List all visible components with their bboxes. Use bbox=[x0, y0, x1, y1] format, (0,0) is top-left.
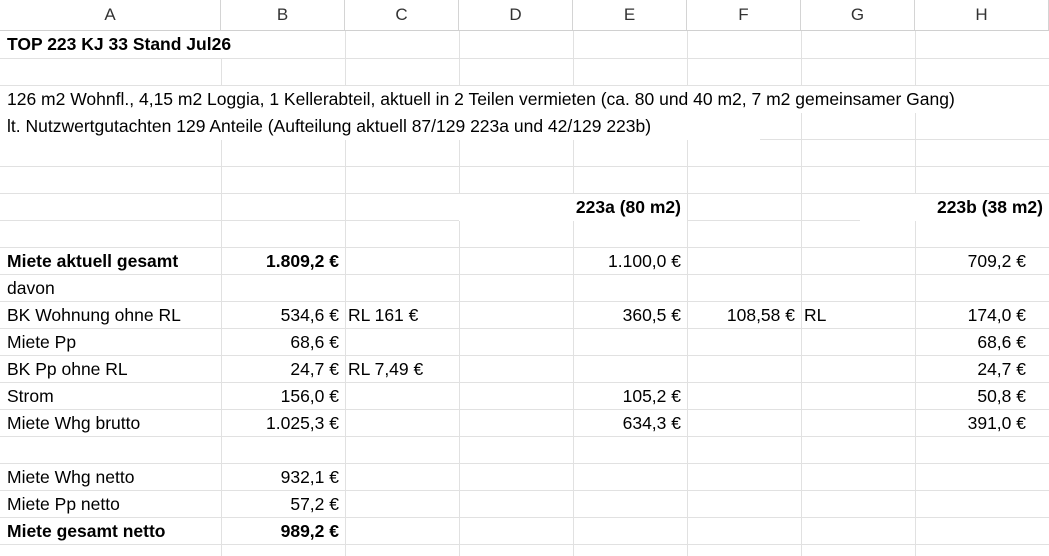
cell-a1[interactable]: TOP 223 KJ 33 Stand Jul26 bbox=[0, 31, 345, 58]
cell-a18[interactable]: Miete Pp netto bbox=[0, 491, 221, 518]
cell-h9[interactable]: 709,2 € bbox=[915, 248, 1032, 275]
cell-a14[interactable]: Strom bbox=[0, 383, 221, 410]
column-header-e[interactable]: E bbox=[573, 0, 687, 30]
cell-e15[interactable]: 634,3 € bbox=[573, 410, 687, 437]
cell-b18[interactable]: 57,2 € bbox=[221, 491, 345, 518]
cell-e7[interactable]: 223a (80 m2) bbox=[459, 194, 687, 221]
cell-c11[interactable]: RL 161 € bbox=[345, 302, 459, 329]
cell-a9[interactable]: Miete aktuell gesamt bbox=[0, 248, 221, 275]
cell-a4[interactable]: lt. Nutzwertgutachten 129 Anteile (Aufte… bbox=[0, 113, 760, 140]
cell-a11[interactable]: BK Wohnung ohne RL bbox=[0, 302, 221, 329]
column-header-d[interactable]: D bbox=[459, 0, 573, 30]
column-header-f[interactable]: F bbox=[687, 0, 801, 30]
cell-a15[interactable]: Miete Whg brutto bbox=[0, 410, 221, 437]
column-header-g[interactable]: G bbox=[801, 0, 915, 30]
cell-h15[interactable]: 391,0 € bbox=[915, 410, 1032, 437]
cell-h7[interactable]: 223b (38 m2) bbox=[860, 194, 1049, 221]
column-header-b[interactable]: B bbox=[221, 0, 345, 30]
cell-a13[interactable]: BK Pp ohne RL bbox=[0, 356, 221, 383]
cell-a17[interactable]: Miete Whg netto bbox=[0, 464, 221, 491]
cell-g11[interactable]: RL bbox=[801, 302, 915, 329]
cell-a19[interactable]: Miete gesamt netto bbox=[0, 518, 221, 545]
cell-h13[interactable]: 24,7 € bbox=[915, 356, 1032, 383]
cell-a12[interactable]: Miete Pp bbox=[0, 329, 221, 356]
column-header-row: A B C D E F G H bbox=[0, 0, 1049, 31]
cell-a3[interactable]: 126 m2 Wohnfl., 4,15 m2 Loggia, 1 Keller… bbox=[0, 86, 1049, 113]
cell-h12[interactable]: 68,6 € bbox=[915, 329, 1032, 356]
column-header-c[interactable]: C bbox=[345, 0, 459, 30]
cell-b14[interactable]: 156,0 € bbox=[221, 383, 345, 410]
cell-b12[interactable]: 68,6 € bbox=[221, 329, 345, 356]
column-header-a[interactable]: A bbox=[0, 0, 221, 30]
cell-c13[interactable]: RL 7,49 € bbox=[345, 356, 459, 383]
cell-h11[interactable]: 174,0 € bbox=[915, 302, 1032, 329]
column-header-h[interactable]: H bbox=[915, 0, 1049, 30]
cell-b9[interactable]: 1.809,2 € bbox=[221, 248, 345, 275]
cell-h14[interactable]: 50,8 € bbox=[915, 383, 1032, 410]
cell-a10[interactable]: davon bbox=[0, 275, 221, 302]
cell-e11[interactable]: 360,5 € bbox=[573, 302, 687, 329]
cell-b13[interactable]: 24,7 € bbox=[221, 356, 345, 383]
cell-b17[interactable]: 932,1 € bbox=[221, 464, 345, 491]
cell-f11[interactable]: 108,58 € bbox=[687, 302, 801, 329]
cell-b15[interactable]: 1.025,3 € bbox=[221, 410, 345, 437]
cell-e9[interactable]: 1.100,0 € bbox=[573, 248, 687, 275]
cell-b19[interactable]: 989,2 € bbox=[221, 518, 345, 545]
cell-e14[interactable]: 105,2 € bbox=[573, 383, 687, 410]
cell-b11[interactable]: 534,6 € bbox=[221, 302, 345, 329]
spreadsheet-grid[interactable]: TOP 223 KJ 33 Stand Jul26 126 m2 Wohnfl.… bbox=[0, 31, 1049, 556]
